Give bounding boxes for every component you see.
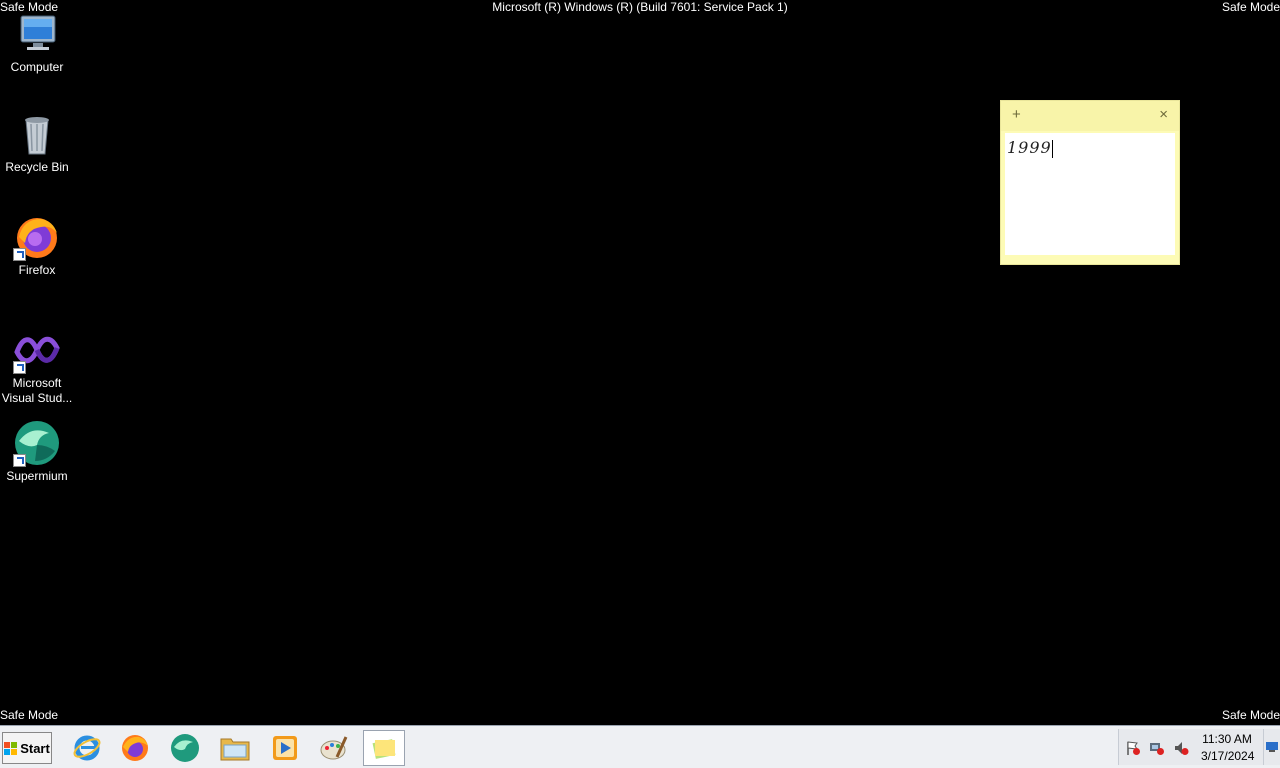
notification-area: 11:30 AM 3/17/2024 (1118, 729, 1280, 765)
desktop-icon-label: Supermium (6, 469, 68, 483)
firefox-icon (13, 213, 61, 261)
firefox-icon (122, 735, 148, 761)
internet-explorer-icon (73, 735, 101, 761)
taskbar-sticky-notes[interactable] (363, 730, 405, 766)
desktop-icon-firefox[interactable]: Firefox (0, 213, 74, 278)
action-center-flag-icon[interactable] (1125, 740, 1141, 756)
shortcut-arrow-icon (13, 248, 26, 261)
taskbar-media-player[interactable] (264, 730, 306, 766)
desktop-icon-supermium[interactable]: Supermium (0, 419, 74, 484)
start-button[interactable]: Start (2, 732, 52, 764)
taskbar-supermium[interactable] (164, 730, 206, 766)
add-note-button[interactable]: + (1012, 106, 1021, 123)
clock-time[interactable]: 11:30 AM (1201, 732, 1253, 746)
recycle-bin-icon (13, 110, 61, 158)
close-note-button[interactable]: × (1159, 106, 1168, 123)
clock-date[interactable]: 3/17/2024 (1201, 749, 1254, 763)
show-desktop-icon (1266, 742, 1278, 752)
text-caret (1051, 139, 1053, 158)
desktop-icon-label: Computer (10, 60, 64, 74)
desktop-icon-visual-studio[interactable]: Microsoft Visual Stud... (0, 326, 74, 406)
desktop-icon-computer[interactable]: Computer (0, 10, 74, 75)
visual-studio-icon (13, 326, 61, 374)
safe-mode-label-bottom-left: Safe Mode (0, 708, 59, 722)
sticky-note-titlebar[interactable]: + × (1001, 101, 1179, 131)
folder-icon (220, 738, 250, 761)
media-player-icon (273, 736, 297, 760)
desktop-icon-label: Recycle Bin (5, 160, 69, 174)
shortcut-arrow-icon (13, 454, 26, 467)
windows-logo-icon (4, 741, 18, 755)
computer-icon (13, 10, 61, 58)
taskbar: Start 11:30 AM 3/17/2024 (0, 725, 1280, 768)
desktop-icon-label: Firefox (18, 263, 56, 277)
taskbar-firefox[interactable] (114, 730, 156, 766)
taskbar-paint[interactable] (313, 730, 355, 766)
sticky-note-text[interactable]: 1999 (1007, 138, 1053, 158)
network-disconnected-icon[interactable] (1149, 740, 1165, 756)
sticky-note-window[interactable]: + × 1999 (1000, 100, 1180, 265)
desktop-icon-label: Microsoft Visual Stud... (1, 376, 73, 405)
volume-muted-icon[interactable] (1173, 740, 1189, 756)
shortcut-arrow-icon (13, 361, 26, 374)
supermium-icon (13, 419, 61, 467)
desktop-icon-recycle-bin[interactable]: Recycle Bin (0, 110, 74, 175)
paint-icon (320, 736, 348, 760)
start-label: Start (20, 740, 50, 756)
taskbar-internet-explorer[interactable] (66, 730, 108, 766)
sticky-notes-icon (372, 739, 396, 759)
windows-build-label: Microsoft (R) Windows (R) (Build 7601: S… (492, 0, 788, 14)
show-desktop-button[interactable] (1263, 729, 1280, 765)
safe-mode-label-top-right: Safe Mode (1221, 0, 1280, 14)
taskbar-windows-explorer[interactable] (214, 730, 256, 766)
safe-mode-label-bottom-right: Safe Mode (1221, 708, 1280, 722)
supermium-icon (171, 734, 199, 762)
sticky-note-editor[interactable]: 1999 (1005, 133, 1175, 255)
